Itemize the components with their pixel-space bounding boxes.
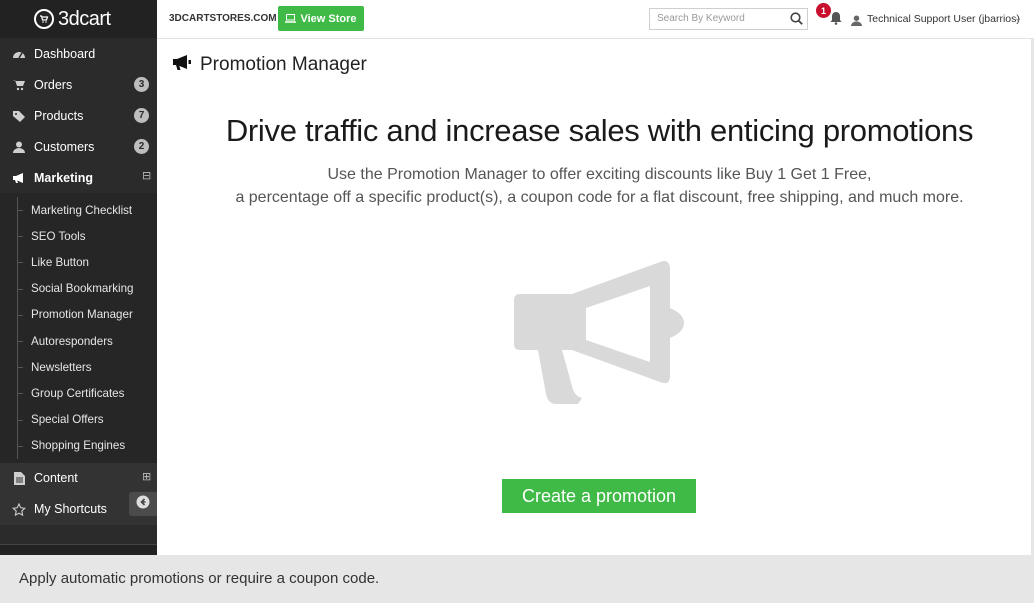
- user-icon: [10, 141, 28, 153]
- chevron-down-icon[interactable]: ⌄: [1014, 13, 1022, 24]
- submenu-item-shopping-engines[interactable]: Shopping Engines: [0, 432, 157, 460]
- arrow-left-circle-icon: [136, 495, 150, 514]
- marketing-submenu: Marketing Checklist SEO Tools Like Butto…: [0, 193, 157, 463]
- create-promotion-button[interactable]: Create a promotion: [502, 479, 696, 513]
- page-header: Promotion Manager: [172, 54, 367, 76]
- sidebar-item-label: Marketing: [34, 170, 94, 185]
- store-name-link[interactable]: 3DCARTSTORES.COM: [169, 13, 277, 24]
- star-icon: [10, 502, 28, 516]
- laptop-icon: [285, 14, 297, 23]
- submenu-item-autoresponders[interactable]: Autoresponders: [0, 327, 157, 355]
- sidebar-item-label: My Shortcuts: [34, 502, 107, 517]
- sidebar-footer: [0, 544, 157, 555]
- sidebar-item-content[interactable]: Content ⊞: [0, 463, 157, 494]
- logo[interactable]: 3dcart: [34, 8, 111, 31]
- sidebar-item-label: Customers: [34, 139, 95, 154]
- submenu-item-promotion-manager[interactable]: Promotion Manager: [0, 301, 157, 329]
- submenu-item-like-button[interactable]: Like Button: [0, 249, 157, 276]
- logo-text: 3dcart: [58, 7, 111, 30]
- sidebar-collapse-button[interactable]: [129, 492, 157, 516]
- sidebar-item-label: Products: [34, 108, 84, 123]
- caption-text: Apply automatic promotions or require a …: [19, 570, 380, 587]
- customers-count-badge: 2: [134, 139, 149, 154]
- submenu-item-social-bookmarking[interactable]: Social Bookmarking: [0, 275, 157, 302]
- sidebar-item-label: Orders: [34, 77, 73, 92]
- user-avatar-icon: [851, 13, 862, 31]
- orders-count-badge: 3: [134, 77, 149, 92]
- view-store-label: View Store: [300, 12, 357, 25]
- description: Use the Promotion Manager to offer excit…: [157, 163, 1034, 209]
- cart-icon: [10, 79, 28, 91]
- submenu-item-group-certificates[interactable]: Group Certificates: [0, 380, 157, 407]
- caption-bar: Apply automatic promotions or require a …: [0, 555, 1034, 603]
- megaphone-icon: [10, 172, 28, 184]
- submenu-item-special-offers[interactable]: Special Offers: [0, 406, 157, 433]
- sidebar-item-label: Dashboard: [34, 46, 96, 61]
- collapse-toggle-icon[interactable]: ⊟: [142, 171, 151, 182]
- document-icon: [10, 471, 28, 485]
- dashboard-icon: [10, 48, 28, 60]
- search-icon[interactable]: [790, 12, 803, 30]
- top-bar: 3DCARTSTORES.COM View Store Search By Ke…: [157, 0, 1034, 39]
- sidebar-item-label: Content: [34, 471, 78, 486]
- headline: Drive traffic and increase sales with en…: [225, 113, 974, 148]
- bell-icon[interactable]: [830, 11, 842, 30]
- sidebar-item-customers[interactable]: Customers 2: [0, 131, 157, 162]
- logo-area[interactable]: 3dcart: [0, 0, 157, 38]
- products-count-badge: 7: [134, 108, 149, 123]
- search-input[interactable]: Search By Keyword: [649, 8, 808, 30]
- cart-logo-icon: [34, 9, 54, 29]
- sidebar-item-orders[interactable]: Orders 3: [0, 69, 157, 100]
- sidebar: 3dcart Dashboard Orders 3 Products 7 Cus…: [0, 0, 157, 555]
- megaphone-illustration-icon: [512, 258, 687, 413]
- user-menu[interactable]: Technical Support User (jbarrios): [867, 13, 1020, 25]
- sidebar-item-marketing[interactable]: Marketing ⊟: [0, 162, 157, 193]
- expand-toggle-icon[interactable]: ⊞: [142, 471, 151, 482]
- submenu-item-newsletters[interactable]: Newsletters: [0, 354, 157, 381]
- description-line-1: Use the Promotion Manager to offer excit…: [327, 166, 872, 183]
- sidebar-item-dashboard[interactable]: Dashboard: [0, 38, 157, 69]
- notification-count-badge[interactable]: 1: [816, 3, 831, 18]
- view-store-button[interactable]: View Store: [278, 6, 364, 31]
- megaphone-icon: [172, 54, 192, 76]
- tag-icon: [10, 110, 28, 122]
- submenu-item-marketing-checklist[interactable]: Marketing Checklist: [0, 197, 157, 224]
- page-title: Promotion Manager: [200, 54, 367, 75]
- sidebar-item-products[interactable]: Products 7: [0, 100, 157, 131]
- description-line-2: a percentage off a specific product(s), …: [235, 189, 964, 206]
- submenu-item-seo-tools[interactable]: SEO Tools: [0, 223, 157, 250]
